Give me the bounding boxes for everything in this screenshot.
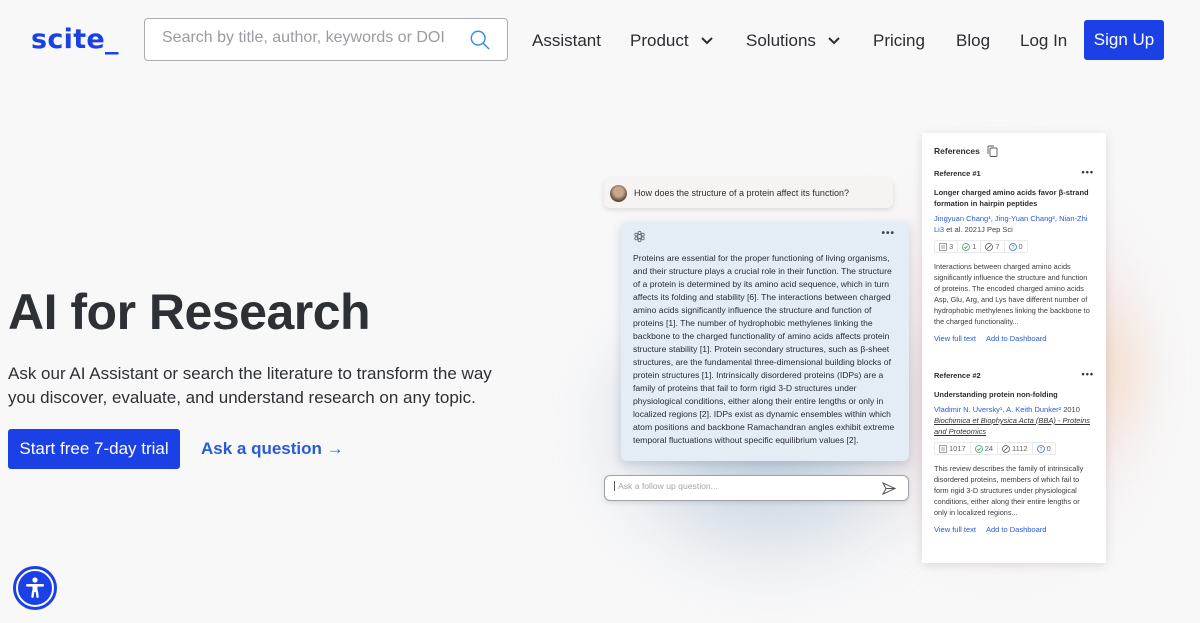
nav-blog-label: Blog — [956, 31, 991, 50]
metric-publications: 1017 — [935, 443, 971, 454]
references-heading: References — [934, 146, 980, 156]
hero-title: AI for Research — [8, 284, 371, 340]
references-header: References — [934, 145, 1094, 157]
publications-icon — [939, 444, 947, 453]
start-trial-button[interactable]: Start free 7-day trial — [8, 429, 180, 469]
publications-icon — [939, 242, 947, 251]
svg-text:?: ? — [1039, 446, 1042, 452]
reference-abstract: This review describes the family of intr… — [934, 464, 1084, 517]
mentioning-icon: ? — [1036, 444, 1045, 453]
metric-value: 0 — [1018, 242, 1023, 251]
more-options-icon[interactable]: ••• — [881, 228, 895, 239]
nav-login[interactable]: Log In — [1020, 31, 1067, 51]
reference-actions: View full text Add to Dashboard — [934, 525, 1094, 534]
search-box[interactable] — [144, 18, 508, 61]
chevron-down-icon — [700, 37, 713, 45]
nav-pricing-label: Pricing — [873, 31, 925, 50]
scite-logo[interactable]: scite_ — [31, 24, 119, 55]
reference-title[interactable]: Understanding protein non-folding — [934, 389, 1094, 400]
nav-login-label: Log In — [1020, 31, 1068, 50]
metric-mentioning: ? 0 — [1005, 241, 1027, 252]
view-full-text-link[interactable]: View full text — [934, 525, 976, 534]
chat-question-bubble: How does the structure of a protein affe… — [604, 178, 893, 208]
contrasting-icon — [1002, 444, 1010, 453]
user-avatar — [610, 184, 627, 202]
add-to-dashboard-link[interactable]: Add to Dashboard — [986, 525, 1046, 534]
accessibility-ring — [16, 569, 54, 607]
nav-product[interactable]: Product — [630, 31, 713, 51]
contrasting-icon — [985, 242, 994, 251]
reference-meta: et al. 2021J Pep Sci — [944, 225, 1013, 234]
metric-value: 1017 — [949, 444, 966, 453]
nav-solutions[interactable]: Solutions — [746, 31, 840, 51]
search-input[interactable] — [162, 29, 452, 47]
metric-mentioning: ? 0 — [1033, 443, 1055, 454]
accessibility-button[interactable] — [13, 566, 57, 610]
more-options-icon[interactable]: ••• — [1082, 167, 1094, 177]
metric-contrasting: 7 — [981, 241, 1005, 252]
citation-metrics: 1017 24 1112 ? 0 — [934, 442, 1056, 455]
nav-assistant-label: Assistant — [532, 31, 601, 50]
reference-journal[interactable]: Biochimica et Biophysica Acta (BBA) - Pr… — [934, 416, 1090, 436]
svg-text:?: ? — [1011, 244, 1014, 250]
metric-value: 7 — [995, 242, 1000, 251]
hero-subtitle: Ask our AI Assistant or search the liter… — [8, 364, 492, 407]
chat-answer-text: Proteins are essential for the proper fu… — [633, 253, 895, 445]
nav-assistant[interactable]: Assistant — [532, 31, 601, 51]
reference-author-links[interactable]: Vladimir N. Uversky¹, A. Keith Dunker² — [934, 405, 1061, 414]
metric-supporting: 1 — [958, 241, 982, 252]
chat-question-text: How does the structure of a protein affe… — [634, 188, 849, 198]
nav-blog[interactable]: Blog — [956, 31, 990, 51]
metric-publications: 3 — [935, 241, 959, 252]
reference-authors: Jingyuan Chang¹, Jing-Yuan Chang², Nian-… — [934, 213, 1094, 235]
top-nav: scite_ Assistant Product Solutions Prici… — [0, 0, 1200, 80]
reference-actions: View full text Add to Dashboard — [934, 334, 1094, 343]
reference-card: Reference #2 ••• Understanding protein n… — [934, 369, 1094, 534]
chevron-down-icon — [828, 37, 840, 45]
more-options-icon[interactable]: ••• — [1082, 369, 1094, 379]
reference-title[interactable]: Longer charged amino acids favor β-stran… — [934, 187, 1094, 209]
ask-question-link[interactable]: Ask a question → — [201, 439, 344, 459]
followup-input[interactable] — [614, 481, 864, 491]
metric-value: 3 — [949, 242, 954, 251]
reference-meta: 2010 — [1061, 405, 1080, 414]
metric-value: 1 — [972, 242, 977, 251]
assistant-icon — [634, 230, 645, 243]
reference-label: Reference #1 — [934, 169, 981, 178]
search-icon[interactable] — [469, 29, 491, 51]
add-to-dashboard-link[interactable]: Add to Dashboard — [986, 334, 1046, 343]
followup-box[interactable] — [604, 475, 909, 501]
metric-value: 24 — [984, 444, 994, 453]
reference-label: Reference #2 — [934, 371, 981, 380]
reference-authors: Vladimir N. Uversky¹, A. Keith Dunker² 2… — [934, 404, 1094, 437]
view-full-text-link[interactable]: View full text — [934, 334, 976, 343]
metric-supporting: 24 — [971, 443, 999, 454]
reference-abstract: Interactions between charged amino acids… — [934, 262, 1090, 326]
copy-icon[interactable] — [987, 145, 998, 157]
references-panel: References Reference #1 ••• Longer charg… — [922, 133, 1106, 563]
mentioning-icon: ? — [1008, 242, 1017, 251]
nav-pricing[interactable]: Pricing — [873, 31, 925, 51]
metric-contrasting: 1112 — [998, 443, 1033, 454]
signup-button[interactable]: Sign Up — [1084, 20, 1164, 60]
nav-product-label: Product — [630, 31, 689, 50]
chat-answer-bubble: ••• Proteins are essential for the prope… — [621, 222, 909, 461]
supporting-icon — [962, 242, 971, 251]
send-icon[interactable] — [882, 482, 896, 495]
citation-metrics: 3 1 7 ? 0 — [934, 240, 1028, 253]
nav-solutions-label: Solutions — [746, 31, 816, 50]
reference-card: Reference #1 ••• Longer charged amino ac… — [934, 167, 1094, 343]
supporting-icon — [974, 444, 983, 453]
metric-value: 0 — [1046, 444, 1051, 453]
metric-value: 1112 — [1012, 444, 1028, 453]
